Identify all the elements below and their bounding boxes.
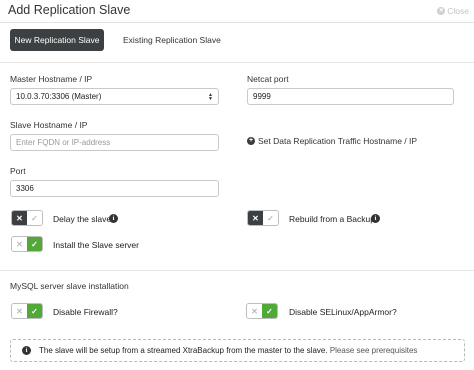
rebuild-backup-toggle[interactable]: ✕ ✓ xyxy=(247,210,279,226)
x-icon: ✕ xyxy=(247,304,262,318)
info-message: The slave will be setup from a streamed … xyxy=(39,346,328,355)
info-circle-icon: i xyxy=(22,346,31,355)
check-icon: ✓ xyxy=(27,211,42,225)
plus-circle-icon: + xyxy=(247,137,255,145)
x-icon: ✕ xyxy=(12,211,27,225)
master-host-label: Master Hostname / IP xyxy=(10,74,93,84)
netcat-port-label: Netcat port xyxy=(247,74,289,84)
netcat-port-input[interactable] xyxy=(247,88,454,105)
info-box: i The slave will be setup from a streame… xyxy=(10,339,465,362)
tab-existing-replication-slave[interactable]: Existing Replication Slave xyxy=(123,29,221,51)
master-host-select[interactable]: 10.0.3.70:3306 (Master) ▲ ▼ xyxy=(10,88,219,105)
disable-firewall-toggle[interactable]: ✕ ✓ xyxy=(11,303,43,319)
x-icon: ✕ xyxy=(12,304,27,318)
dialog-header: Add Replication Slave ✕ Close xyxy=(0,0,474,22)
close-button[interactable]: ✕ Close xyxy=(437,6,469,16)
set-traffic-hostname-label: Set Data Replication Traffic Hostname / … xyxy=(258,136,418,146)
check-icon: ✓ xyxy=(27,304,42,318)
close-circle-icon: ✕ xyxy=(437,7,446,15)
install-slave-label: Install the Slave server xyxy=(53,240,139,250)
port-input[interactable] xyxy=(10,180,219,197)
delay-slave-toggle[interactable]: ✕ ✓ xyxy=(11,210,43,226)
mysql-section-title: MySQL server slave installation xyxy=(10,281,129,291)
section-divider xyxy=(0,270,474,271)
install-slave-toggle[interactable]: ✕ ✓ xyxy=(11,236,43,252)
check-icon: ✓ xyxy=(263,211,278,225)
close-label: Close xyxy=(447,6,469,16)
check-icon: ✓ xyxy=(262,304,277,318)
rebuild-backup-label: Rebuild from a Backup xyxy=(289,214,375,224)
set-traffic-hostname-link[interactable]: + Set Data Replication Traffic Hostname … xyxy=(247,136,417,146)
disable-selinux-label: Disable SELinux/AppArmor? xyxy=(289,307,397,317)
info-circle-icon[interactable]: i xyxy=(109,214,118,223)
prerequisites-link[interactable]: Please see prerequisites xyxy=(330,346,418,355)
disable-firewall-label: Disable Firewall? xyxy=(53,307,118,317)
check-icon: ✓ xyxy=(27,237,42,251)
tab-new-replication-slave[interactable]: New Replication Slave xyxy=(10,29,104,51)
x-icon: ✕ xyxy=(12,237,27,251)
master-host-value: 10.0.3.70:3306 (Master) xyxy=(16,92,102,101)
select-arrows-icon: ▲ ▼ xyxy=(208,91,213,102)
disable-selinux-toggle[interactable]: ✕ ✓ xyxy=(246,303,278,319)
x-icon: ✕ xyxy=(248,211,263,225)
port-label: Port xyxy=(10,166,26,176)
slave-host-label: Slave Hostname / IP xyxy=(10,120,88,130)
slave-host-input[interactable] xyxy=(10,134,219,151)
dialog-title: Add Replication Slave xyxy=(8,3,131,17)
info-text: The slave will be setup from a streamed … xyxy=(39,346,417,355)
tabs-divider xyxy=(0,62,474,63)
info-circle-icon[interactable]: i xyxy=(371,214,380,223)
header-divider xyxy=(0,22,474,23)
delay-slave-label: Delay the slave xyxy=(53,214,112,224)
